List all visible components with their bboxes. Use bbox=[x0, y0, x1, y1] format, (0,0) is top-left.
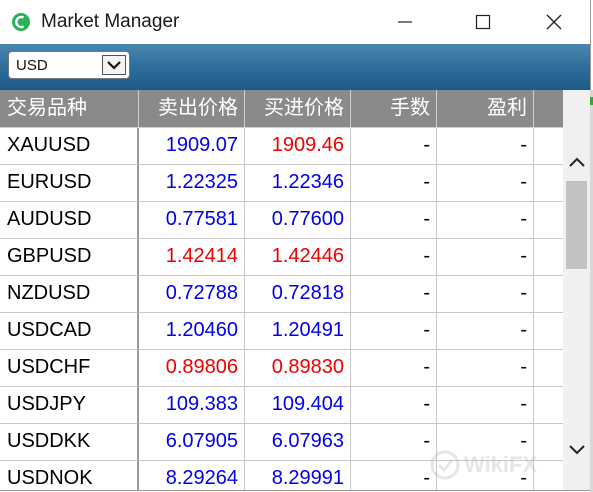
filler-cell bbox=[534, 387, 563, 424]
bid-price-cell: 109.383 bbox=[139, 387, 245, 424]
lots-cell: - bbox=[351, 128, 437, 165]
filler-cell bbox=[534, 165, 563, 202]
lots-cell: - bbox=[351, 239, 437, 276]
column-header-profit[interactable]: 盈利 bbox=[437, 90, 534, 128]
ask-price-cell: 1.20491 bbox=[245, 313, 351, 350]
ask-price-cell: 1.22346 bbox=[245, 165, 351, 202]
close-button[interactable] bbox=[523, 0, 585, 44]
column-header-filler bbox=[534, 90, 563, 128]
profit-cell: - bbox=[437, 128, 534, 165]
bid-price-cell: 1.42414 bbox=[139, 239, 245, 276]
title-bar[interactable]: Market Manager bbox=[0, 0, 590, 44]
symbol-cell: USDNOK bbox=[0, 461, 139, 490]
symbol-cell: GBPUSD bbox=[0, 239, 139, 276]
profit-cell: - bbox=[437, 276, 534, 313]
maximize-icon bbox=[475, 14, 491, 30]
lots-cell: - bbox=[351, 424, 437, 461]
filler-cell bbox=[534, 350, 563, 387]
currency-select-value: USD bbox=[16, 57, 48, 74]
filler-cell bbox=[534, 276, 563, 313]
close-icon bbox=[546, 14, 562, 30]
bid-price-cell: 8.29264 bbox=[139, 461, 245, 490]
lots-cell: - bbox=[351, 461, 437, 490]
column-header-symbol[interactable]: 交易品种 bbox=[0, 90, 139, 128]
profit-cell: - bbox=[437, 313, 534, 350]
profit-cell: - bbox=[437, 350, 534, 387]
maximize-button[interactable] bbox=[452, 0, 514, 44]
table-header: 交易品种 卖出价格 买进价格 手数 盈利 bbox=[0, 90, 563, 128]
symbol-cell: USDCAD bbox=[0, 313, 139, 350]
scroll-up-button[interactable] bbox=[563, 148, 590, 176]
table-row[interactable]: USDNOK 8.29264 8.29991- - bbox=[0, 461, 563, 490]
bid-price-cell: 0.77581 bbox=[139, 202, 245, 239]
column-header-bid[interactable]: 卖出价格 bbox=[139, 90, 245, 128]
bid-price-cell: 0.89806 bbox=[139, 350, 245, 387]
ask-price-cell: 0.77600 bbox=[245, 202, 351, 239]
filler-cell bbox=[534, 239, 563, 276]
profit-cell: - bbox=[437, 202, 534, 239]
market-manager-window: Market Manager USD 交易品种 卖出价格 买进价格 手数 盈利 … bbox=[0, 0, 591, 491]
table-row[interactable]: XAUUSD 1909.07 1909.46- - bbox=[0, 128, 563, 165]
table-row[interactable]: USDJPY 109.383 109.404- - bbox=[0, 387, 563, 424]
filler-cell bbox=[534, 128, 563, 165]
scroll-up-icon bbox=[568, 157, 585, 167]
lots-cell: - bbox=[351, 350, 437, 387]
market-table: 交易品种 卖出价格 买进价格 手数 盈利 XAUUSD 1909.07 1909.4… bbox=[0, 90, 563, 490]
column-header-ask[interactable]: 买进价格 bbox=[245, 90, 351, 128]
table-row[interactable]: EURUSD 1.22325 1.22346- - bbox=[0, 165, 563, 202]
chevron-down-icon bbox=[107, 61, 121, 70]
lots-cell: - bbox=[351, 202, 437, 239]
bid-price-cell: 1.22325 bbox=[139, 165, 245, 202]
filler-cell bbox=[534, 461, 563, 490]
symbol-cell: XAUUSD bbox=[0, 128, 139, 165]
symbol-cell: USDDKK bbox=[0, 424, 139, 461]
minimize-button[interactable] bbox=[374, 0, 436, 44]
ask-price-cell: 0.89830 bbox=[245, 350, 351, 387]
profit-cell: - bbox=[437, 461, 534, 490]
filler-cell bbox=[534, 313, 563, 350]
table-row[interactable]: NZDUSD 0.72788 0.72818- - bbox=[0, 276, 563, 313]
currency-select[interactable]: USD bbox=[8, 51, 130, 79]
bid-price-cell: 0.72788 bbox=[139, 276, 245, 313]
symbol-cell: EURUSD bbox=[0, 165, 139, 202]
minimize-icon bbox=[398, 21, 412, 23]
filler-cell bbox=[534, 202, 563, 239]
profit-cell: - bbox=[437, 165, 534, 202]
symbol-cell: USDCHF bbox=[0, 350, 139, 387]
scroll-down-button[interactable] bbox=[563, 436, 590, 464]
ask-price-cell: 1.42446 bbox=[245, 239, 351, 276]
ask-price-cell: 109.404 bbox=[245, 387, 351, 424]
bid-price-cell: 1909.07 bbox=[139, 128, 245, 165]
ask-price-cell: 6.07963 bbox=[245, 424, 351, 461]
lots-cell: - bbox=[351, 276, 437, 313]
table-row[interactable]: AUDUSD 0.77581 0.77600- - bbox=[0, 202, 563, 239]
symbol-cell: NZDUSD bbox=[0, 276, 139, 313]
lots-cell: - bbox=[351, 387, 437, 424]
filler-cell bbox=[534, 424, 563, 461]
profit-cell: - bbox=[437, 239, 534, 276]
table-row[interactable]: USDDKK 6.07905 6.07963- - bbox=[0, 424, 563, 461]
lots-cell: - bbox=[351, 313, 437, 350]
app-logo-icon bbox=[12, 13, 30, 31]
table-row[interactable]: GBPUSD 1.42414 1.42446- - bbox=[0, 239, 563, 276]
currency-select-dropdown-button[interactable] bbox=[102, 55, 126, 75]
ask-price-cell: 8.29991 bbox=[245, 461, 351, 490]
symbol-cell: AUDUSD bbox=[0, 202, 139, 239]
symbol-cell: USDJPY bbox=[0, 387, 139, 424]
table-row[interactable]: USDCAD 1.20460 1.20491- - bbox=[0, 313, 563, 350]
ask-price-cell: 1909.46 bbox=[245, 128, 351, 165]
scrollbar-thumb[interactable] bbox=[566, 181, 587, 269]
lots-cell: - bbox=[351, 165, 437, 202]
table-row[interactable]: USDCHF 0.89806 0.89830- - bbox=[0, 350, 563, 387]
window-title: Market Manager bbox=[41, 11, 180, 32]
profit-cell: - bbox=[437, 424, 534, 461]
bid-price-cell: 1.20460 bbox=[139, 313, 245, 350]
profit-cell: - bbox=[437, 387, 534, 424]
ask-price-cell: 0.72818 bbox=[245, 276, 351, 313]
column-header-lots[interactable]: 手数 bbox=[351, 90, 437, 128]
bid-price-cell: 6.07905 bbox=[139, 424, 245, 461]
scroll-down-icon bbox=[568, 445, 585, 455]
